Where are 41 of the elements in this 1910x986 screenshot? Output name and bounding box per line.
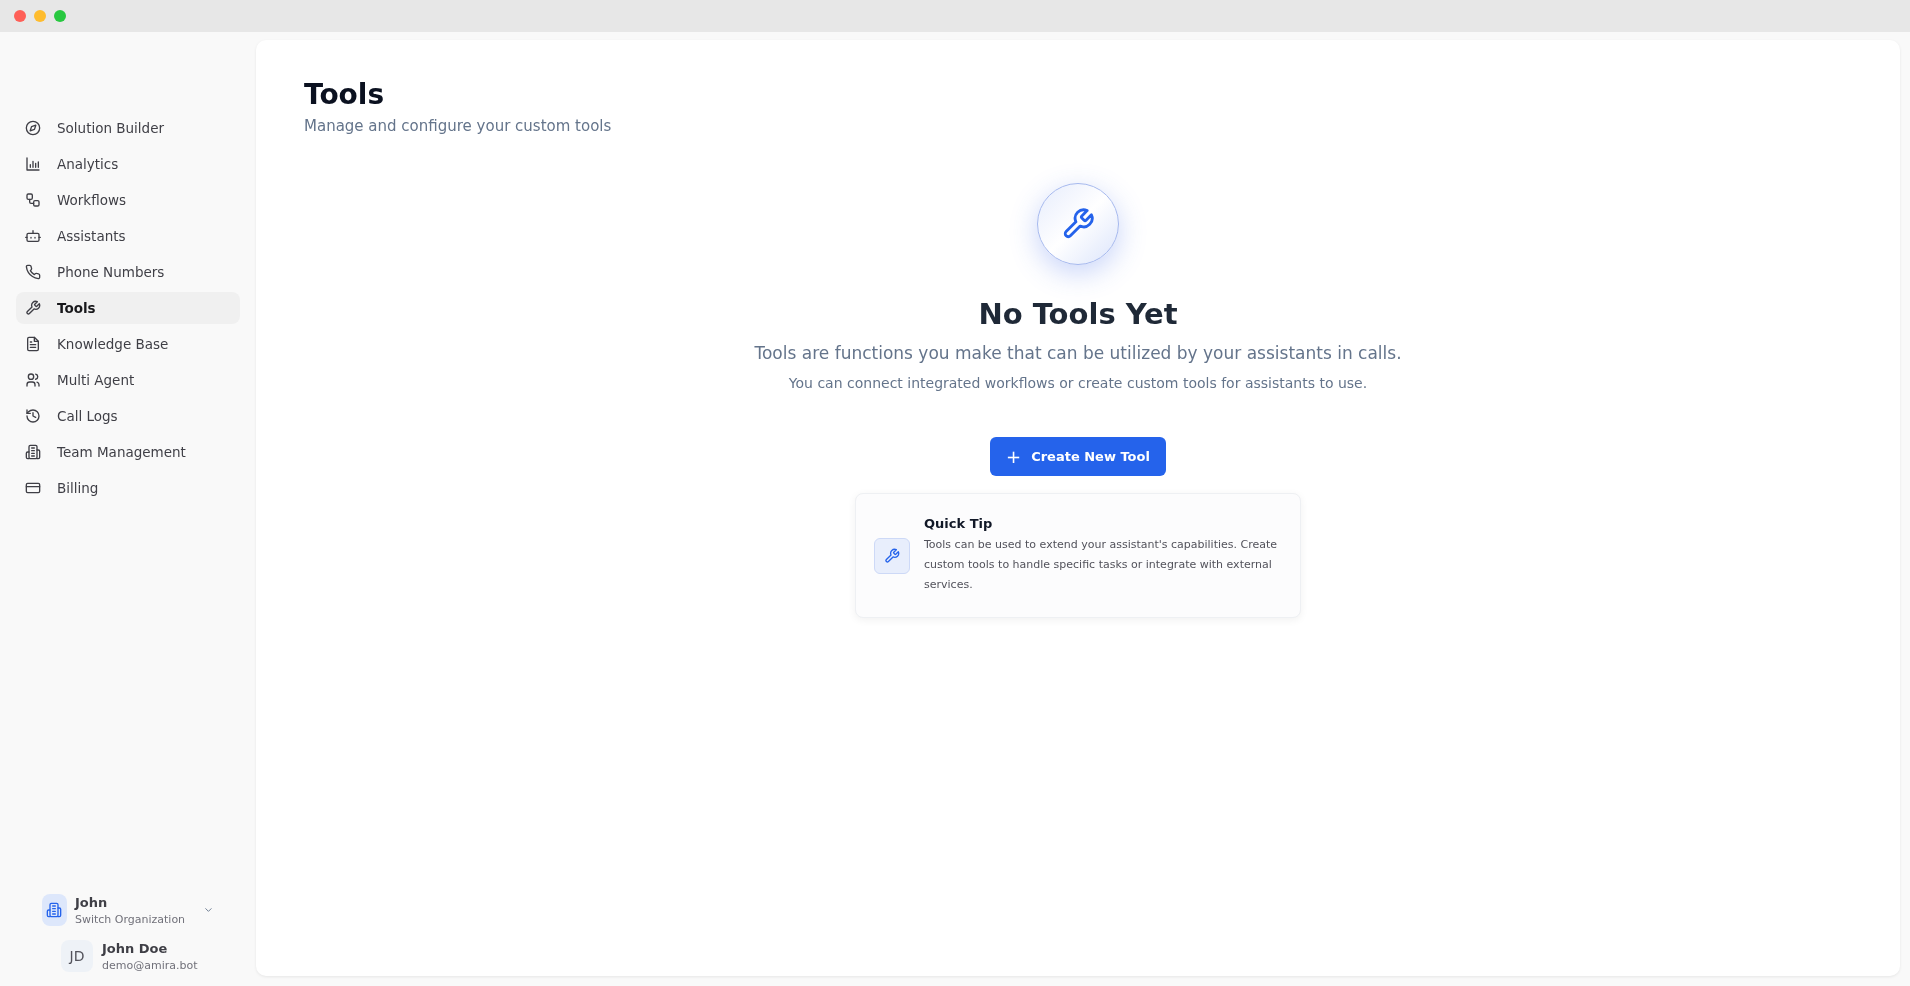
phone-icon <box>25 264 41 280</box>
wrench-icon <box>874 537 910 574</box>
organization-switcher[interactable]: John Switch Organization <box>42 894 214 926</box>
page-subtitle: Manage and configure your custom tools <box>304 117 613 135</box>
close-button[interactable] <box>14 10 26 22</box>
sidebar-item[interactable]: Assistants <box>16 220 240 252</box>
sidebar-item[interactable]: Phone Numbers <box>16 256 240 288</box>
minimize-button[interactable] <box>34 10 46 22</box>
credit-card-icon <box>25 480 41 496</box>
bar-chart-icon <box>25 156 41 172</box>
maximize-button[interactable] <box>54 10 66 22</box>
sidebar-item[interactable]: Team Management <box>16 436 240 468</box>
sidebar-item[interactable]: Billing <box>16 472 240 504</box>
user-name: John Doe <box>102 940 169 956</box>
sidebar-item[interactable]: Workflows <box>16 184 240 216</box>
sidebar-item[interactable]: Solution Builder <box>16 112 240 144</box>
tip-title: Quick Tip <box>924 516 994 531</box>
page-title: Tools <box>304 78 386 111</box>
user-avatar: JD <box>61 940 93 972</box>
workflow-icon <box>25 192 41 208</box>
switch-organization-label: Switch Organization <box>74 912 186 926</box>
compass-icon <box>25 120 41 136</box>
sidebar-item[interactable]: Multi Agent <box>16 364 240 396</box>
user-email: demo@amira.bot <box>102 958 198 972</box>
sidebar-item[interactable]: Tools <box>16 292 240 324</box>
wrench-icon <box>25 300 41 316</box>
robot-icon <box>25 228 41 244</box>
building-icon <box>25 444 41 460</box>
sidebar-item[interactable]: Call Logs <box>16 400 240 432</box>
tip-text: Tools can be used to extend your assistant's capabilities. Create custom tools to handle specific tasks or integrate with external services. <box>924 537 1279 593</box>
sidebar-item[interactable]: Analytics <box>16 148 240 180</box>
empty-state-heading: No Tools Yet <box>978 297 1178 331</box>
description-text: You can connect integrated workflows or create custom tools for assistants to use. <box>788 375 1368 391</box>
users-icon <box>25 372 41 388</box>
create-new-tool-button[interactable]: + Create New Tool <box>990 437 1166 476</box>
description-text: Tools are functions you make that can be utilized by your assistants in calls. <box>754 343 1402 363</box>
history-icon <box>25 408 41 424</box>
organization-name: John <box>74 894 109 910</box>
sidebar-item[interactable]: Knowledge Base <box>16 328 240 360</box>
building-icon <box>42 894 67 926</box>
document-icon <box>25 336 41 352</box>
